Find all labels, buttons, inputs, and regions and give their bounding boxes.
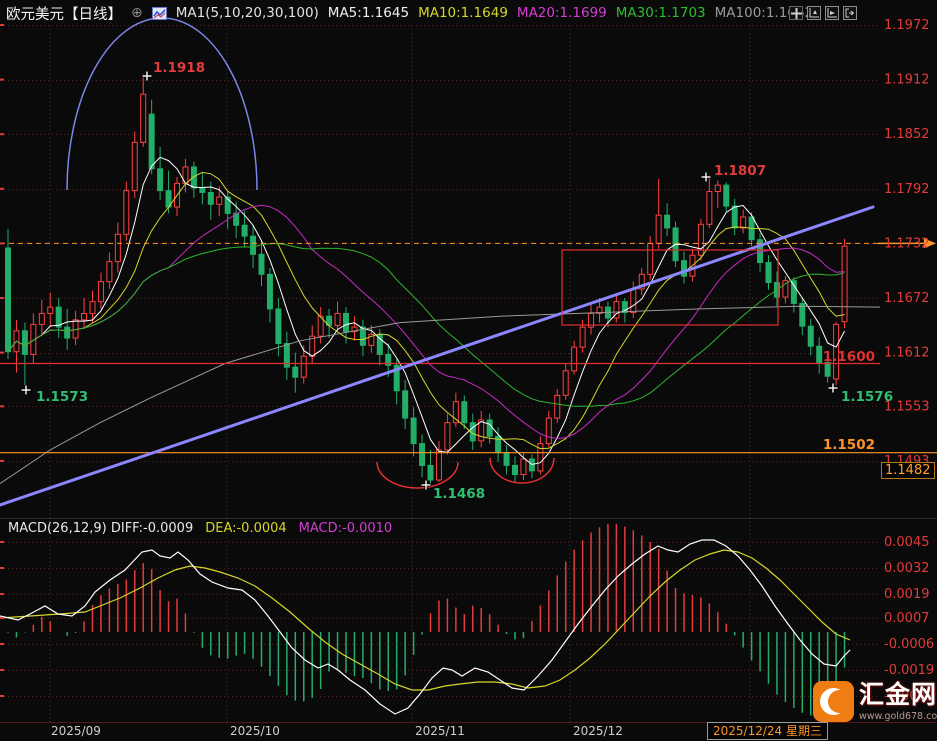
tick-label: 1.1732: [884, 236, 930, 251]
tick-label: 0.0045: [884, 535, 930, 550]
date-tick: 2025/09: [51, 724, 101, 738]
date-tick: 2025/12: [573, 724, 623, 738]
macd-header: MACD(26,12,9) DIFF:-0.0009 DEA:-0.0004 M…: [8, 521, 392, 536]
chart-toolbar: [789, 6, 857, 20]
trading-chart-app: 1.1972 1.1912 1.1852 1.1792 1.1732 1.1672 1.16…: [0, 0, 937, 741]
tick-label: 1.1972: [884, 18, 930, 33]
exit-chart-icon[interactable]: [843, 6, 857, 20]
ma20-value: MA20:1.1699: [517, 5, 607, 21]
date-tick: 2025/11: [415, 724, 465, 738]
gold678-logo-icon: [813, 681, 854, 722]
tick-label: -0.0006: [884, 637, 934, 652]
tick-label: -0.0019: [884, 663, 934, 678]
date-axis: 2025/09 2025/10 2025/11 2025/12 2025/12/…: [0, 722, 937, 741]
price-annotation: 1.1600: [823, 349, 875, 365]
chart-header: 欧元美元【日线】 ⊕ MA1(5,10,20,30,100) MA5:1.164…: [6, 3, 813, 23]
scale-axis-right-icon[interactable]: [825, 6, 839, 20]
ma-settings-label[interactable]: MA1(5,10,20,30,100): [176, 5, 319, 21]
chart-canvas[interactable]: 1.1972 1.1912 1.1852 1.1792 1.1732 1.1672 1.16…: [0, 0, 937, 741]
price-annotation: 1.1807: [714, 163, 766, 179]
tick-label: 1.1612: [884, 346, 930, 361]
ma30-value: MA30:1.1703: [616, 5, 706, 21]
tick-label: 1.1912: [884, 73, 930, 88]
site-name: 汇金网: [859, 681, 937, 709]
current-date-badge: 2025/12/24 星期三: [707, 722, 828, 740]
macd-dea-value: DEA:-0.0004: [205, 521, 286, 536]
price-annotation: 1.1573: [36, 389, 88, 405]
add-compare-icon[interactable]: ⊕: [131, 5, 143, 21]
chart-type-icon[interactable]: [152, 7, 167, 20]
site-watermark: 汇金网 www.gold678.com: [813, 681, 935, 727]
symbol-title: 欧元美元【日线】: [6, 3, 122, 24]
tick-label: 1.1792: [884, 182, 930, 197]
site-url: www.gold678.com: [859, 711, 937, 722]
price-annotation: 1.1502: [823, 437, 875, 453]
tick-label: 0.0019: [884, 587, 930, 602]
price-annotation: 1.1468: [433, 486, 485, 502]
price-annotation: 1.1918: [153, 60, 205, 76]
macd-title-diff: MACD(26,12,9) DIFF:-0.0009: [8, 521, 193, 536]
ma10-value: MA10:1.1649: [418, 5, 508, 21]
ma5-value: MA5:1.1645: [328, 5, 409, 21]
move-tool-icon[interactable]: [789, 6, 803, 20]
tick-label: 0.0032: [884, 561, 930, 576]
date-tick: 2025/10: [230, 724, 280, 738]
tick-label: 0.0007: [884, 611, 930, 626]
macd-macd-value: MACD:-0.0010: [299, 521, 393, 536]
price-annotation: 1.1576: [841, 389, 893, 405]
price-axis-badge: 1.1482: [881, 462, 935, 479]
tick-label: 1.1852: [884, 127, 930, 142]
scale-axis-up-icon[interactable]: [807, 6, 821, 20]
tick-label: 1.1672: [884, 291, 930, 306]
